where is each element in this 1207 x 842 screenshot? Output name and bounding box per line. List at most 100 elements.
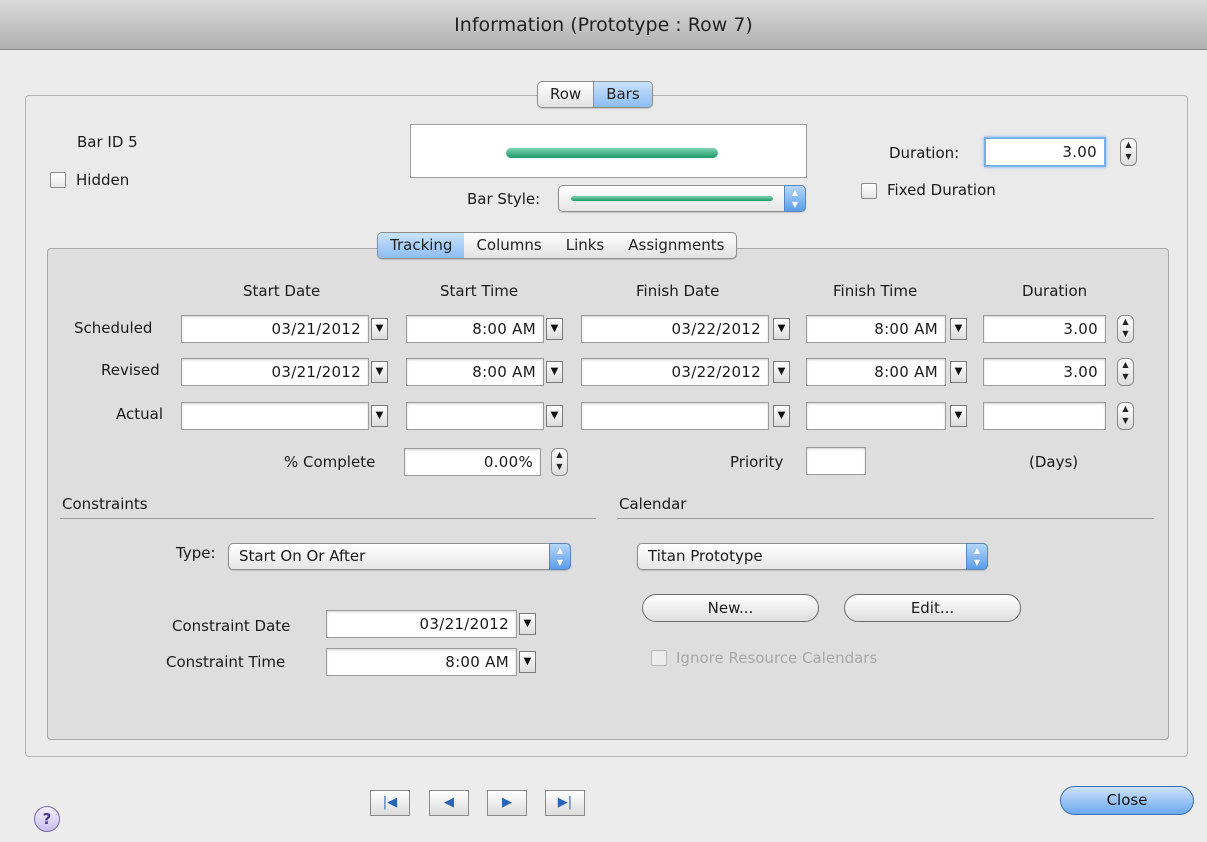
tab-links[interactable]: Links (554, 233, 617, 258)
hidden-label: Hidden (76, 171, 130, 189)
calendar-popup[interactable]: Titan Prototype ▲ ▼ (637, 543, 988, 570)
revised-start-time-field[interactable]: 8:00 AM (406, 358, 544, 386)
actual-duration-field[interactable] (983, 402, 1106, 430)
duration-label: Duration: (889, 144, 960, 162)
percent-complete-stepper[interactable]: ▲ ▼ (551, 448, 568, 476)
calendar-section-label: Calendar (619, 495, 687, 513)
row-label-revised: Revised (101, 361, 160, 379)
actual-finish-time-dropdown[interactable]: ▼ (950, 405, 967, 427)
scheduled-finish-time-dropdown[interactable]: ▼ (950, 318, 967, 340)
constraints-section-label: Constraints (62, 495, 148, 513)
popup-arrows-icon: ▲ ▼ (784, 185, 806, 212)
duration-stepper[interactable]: ▲ ▼ (1120, 138, 1137, 166)
bar-id-label: Bar ID 5 (77, 133, 138, 151)
revised-finish-date-dropdown[interactable]: ▼ (773, 361, 790, 383)
scheduled-start-time-field[interactable]: 8:00 AM (406, 315, 544, 343)
constraint-time-label: Constraint Time (166, 653, 286, 671)
fixed-duration-label: Fixed Duration (887, 181, 996, 199)
constraint-date-field[interactable]: 03/21/2012 (326, 610, 517, 638)
header-finish-date: Finish Date (636, 282, 720, 300)
next-record-button[interactable]: ▶ (487, 790, 527, 816)
priority-label: Priority (730, 453, 784, 471)
header-finish-time: Finish Time (833, 282, 918, 300)
revised-finish-date-field[interactable]: 03/22/2012 (581, 358, 769, 386)
header-start-date: Start Date (243, 282, 321, 300)
ignore-resource-calendars-checkbox[interactable] (651, 650, 667, 666)
previous-record-button[interactable]: ◀ (429, 790, 469, 816)
scheduled-start-date-dropdown[interactable]: ▼ (371, 318, 388, 340)
hidden-checkbox[interactable] (50, 172, 66, 188)
revised-duration-field[interactable]: 3.00 (983, 358, 1106, 386)
tab-bars[interactable]: Bars (593, 82, 652, 107)
actual-finish-time-field[interactable] (806, 402, 946, 430)
revised-start-date-dropdown[interactable]: ▼ (371, 361, 388, 383)
constraint-type-label: Type: (176, 544, 216, 562)
revised-finish-time-field[interactable]: 8:00 AM (806, 358, 946, 386)
row-label-scheduled: Scheduled (74, 319, 153, 337)
tab-columns[interactable]: Columns (464, 233, 553, 258)
scheduled-duration-field[interactable]: 3.00 (983, 315, 1106, 343)
popup-arrows-icon: ▲ ▼ (966, 543, 988, 570)
scheduled-duration-stepper[interactable]: ▲ ▼ (1117, 315, 1134, 343)
first-record-button[interactable]: |◀ (370, 790, 410, 816)
actual-start-date-field[interactable] (181, 402, 369, 430)
bar-style-preview (410, 124, 807, 178)
actual-duration-stepper[interactable]: ▲ ▼ (1117, 402, 1134, 430)
bar-preview-shape (506, 148, 718, 158)
actual-finish-date-dropdown[interactable]: ▼ (773, 405, 790, 427)
tab-tracking[interactable]: Tracking (378, 233, 465, 258)
tab-row[interactable]: Row (538, 82, 593, 107)
edit-calendar-button[interactable]: Edit... (844, 594, 1021, 622)
percent-complete-label: % Complete (284, 453, 376, 471)
calendar-value: Titan Prototype (648, 547, 763, 565)
window-title: Information (Prototype : Row 7) (454, 14, 753, 36)
header-start-time: Start Time (440, 282, 519, 300)
next-icon: ▶ (502, 795, 512, 810)
constraint-time-field[interactable]: 8:00 AM (326, 648, 517, 676)
bar-style-label: Bar Style: (467, 190, 541, 208)
fixed-duration-checkbox[interactable] (861, 183, 877, 199)
constraint-type-popup[interactable]: Start On Or After ▲ ▼ (228, 543, 571, 570)
actual-start-time-dropdown[interactable]: ▼ (546, 405, 563, 427)
window-title-bar: Information (Prototype : Row 7) (0, 0, 1207, 50)
top-tab-control: Row Bars (537, 81, 653, 108)
close-button[interactable]: Close (1060, 786, 1194, 815)
revised-start-date-field[interactable]: 03/21/2012 (181, 358, 369, 386)
scheduled-start-time-dropdown[interactable]: ▼ (546, 318, 563, 340)
days-label: (Days) (1029, 453, 1079, 471)
help-button[interactable]: ? (34, 806, 60, 832)
actual-finish-date-field[interactable] (581, 402, 769, 430)
bar-style-swatch (571, 196, 773, 201)
constraint-time-dropdown[interactable]: ▼ (519, 651, 536, 673)
new-calendar-button[interactable]: New... (642, 594, 819, 622)
help-icon: ? (42, 810, 52, 828)
calendar-divider (617, 518, 1154, 519)
skip-to-first-icon: |◀ (382, 795, 398, 810)
previous-icon: ◀ (444, 795, 454, 810)
header-duration: Duration (1022, 282, 1088, 300)
constraints-divider (60, 518, 596, 519)
sub-tab-control: Tracking Columns Links Assignments (377, 232, 738, 259)
actual-start-time-field[interactable] (406, 402, 544, 430)
revised-start-time-dropdown[interactable]: ▼ (546, 361, 563, 383)
scheduled-finish-date-dropdown[interactable]: ▼ (773, 318, 790, 340)
row-label-actual: Actual (116, 405, 163, 423)
priority-field[interactable] (806, 447, 866, 475)
tab-assignments[interactable]: Assignments (616, 233, 736, 258)
revised-duration-stepper[interactable]: ▲ ▼ (1117, 358, 1134, 386)
revised-finish-time-dropdown[interactable]: ▼ (950, 361, 967, 383)
bar-duration-input[interactable]: 3.00 (984, 137, 1106, 167)
scheduled-finish-date-field[interactable]: 03/22/2012 (581, 315, 769, 343)
popup-arrows-icon: ▲ ▼ (549, 543, 571, 570)
actual-start-date-dropdown[interactable]: ▼ (371, 405, 388, 427)
scheduled-finish-time-field[interactable]: 8:00 AM (806, 315, 946, 343)
ignore-resource-calendars-label: Ignore Resource Calendars (676, 649, 878, 667)
scheduled-start-date-field[interactable]: 03/21/2012 (181, 315, 369, 343)
last-record-button[interactable]: ▶| (545, 790, 585, 816)
bar-style-popup[interactable]: ▲ ▼ (558, 185, 806, 212)
percent-complete-field[interactable]: 0.00% (404, 448, 541, 476)
constraint-type-value: Start On Or After (239, 547, 366, 565)
constraint-date-dropdown[interactable]: ▼ (519, 613, 536, 635)
constraint-date-label: Constraint Date (172, 617, 291, 635)
skip-to-last-icon: ▶| (557, 795, 573, 810)
